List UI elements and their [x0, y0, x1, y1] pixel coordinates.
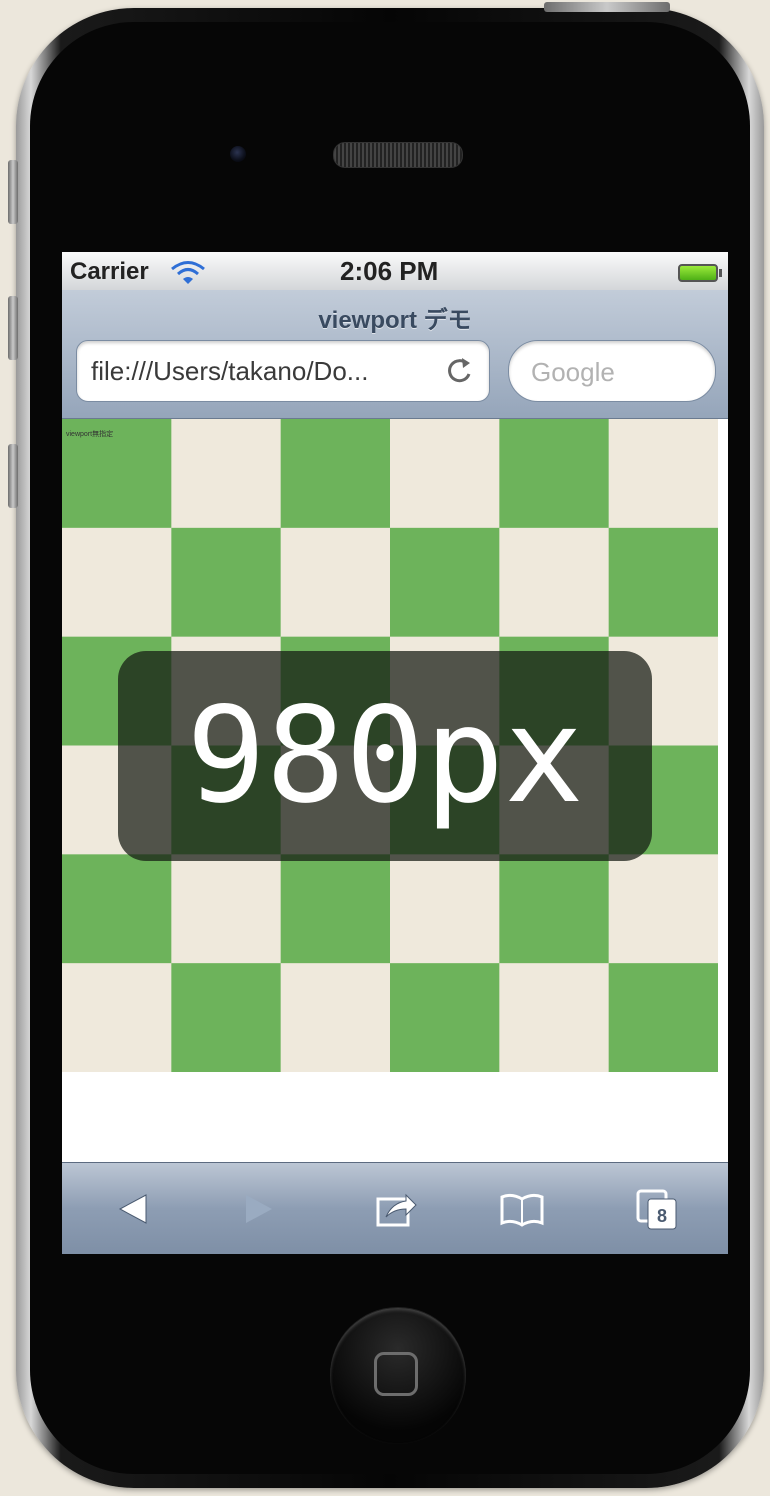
checker-cell [390, 963, 500, 1072]
checker-cell [280, 527, 391, 638]
status-bar: Carrier 2:06 PM [62, 252, 728, 290]
checker-cell [280, 854, 391, 964]
checker-cell [499, 854, 610, 964]
bottom-toolbar: 8 [62, 1162, 728, 1254]
checker-cell [280, 963, 391, 1072]
earpiece-speaker [333, 142, 463, 168]
search-placeholder: Google [531, 357, 615, 387]
page-title: viewport デモ [318, 307, 472, 334]
web-content: viewport無指定 980px [62, 419, 728, 1162]
checker-cell [608, 419, 718, 529]
back-arrow-icon[interactable] [110, 1185, 158, 1233]
viewport-width-text: 980px [186, 679, 584, 833]
battery-full-icon [678, 264, 722, 282]
checker-cell [390, 527, 500, 638]
checker-cell [390, 854, 500, 964]
checker-cell [171, 963, 282, 1072]
checker-cell [608, 527, 718, 638]
bookmarks-icon[interactable] [498, 1185, 546, 1233]
browser-header: viewport デモ file:///Users/takano/Do... G… [62, 290, 728, 419]
address-bar[interactable]: file:///Users/takano/Do... [76, 340, 490, 402]
checker-cell [171, 527, 282, 638]
home-button[interactable] [330, 1308, 466, 1444]
checker-cell [608, 854, 718, 964]
tabs-count: 8 [657, 1206, 667, 1226]
home-square-icon [374, 1352, 418, 1396]
viewport-label: viewport無指定 [66, 431, 114, 438]
checker-cell [390, 419, 500, 529]
screen: Carrier 2:06 PM viewport デモ file:///User… [62, 252, 728, 1254]
reload-icon[interactable] [445, 355, 475, 385]
url-text: file:///Users/takano/Do... [91, 356, 369, 386]
checker-cell [280, 419, 391, 529]
search-input[interactable]: Google [508, 340, 716, 402]
checker-cell [62, 854, 172, 964]
share-icon[interactable] [372, 1185, 420, 1233]
checker-cell [499, 963, 610, 1072]
status-time: 2:06 PM [340, 256, 439, 286]
carrier-label: Carrier [70, 258, 149, 285]
power-button [544, 2, 670, 12]
front-camera [230, 146, 246, 162]
checker-cell [171, 419, 282, 529]
checker-cell [62, 527, 172, 638]
mute-switch [8, 160, 18, 224]
checker-cell [499, 419, 610, 529]
wifi-icon [171, 261, 205, 284]
width-overlay: 980px [118, 651, 652, 861]
checker-cell [62, 963, 172, 1072]
checker-cell [171, 854, 282, 964]
checker-cell [608, 963, 718, 1072]
forward-arrow-icon[interactable] [234, 1185, 282, 1233]
tabs-icon[interactable]: 8 [634, 1185, 682, 1233]
volume-down-button [8, 444, 18, 508]
checker-cell [499, 527, 610, 638]
volume-up-button [8, 296, 18, 360]
